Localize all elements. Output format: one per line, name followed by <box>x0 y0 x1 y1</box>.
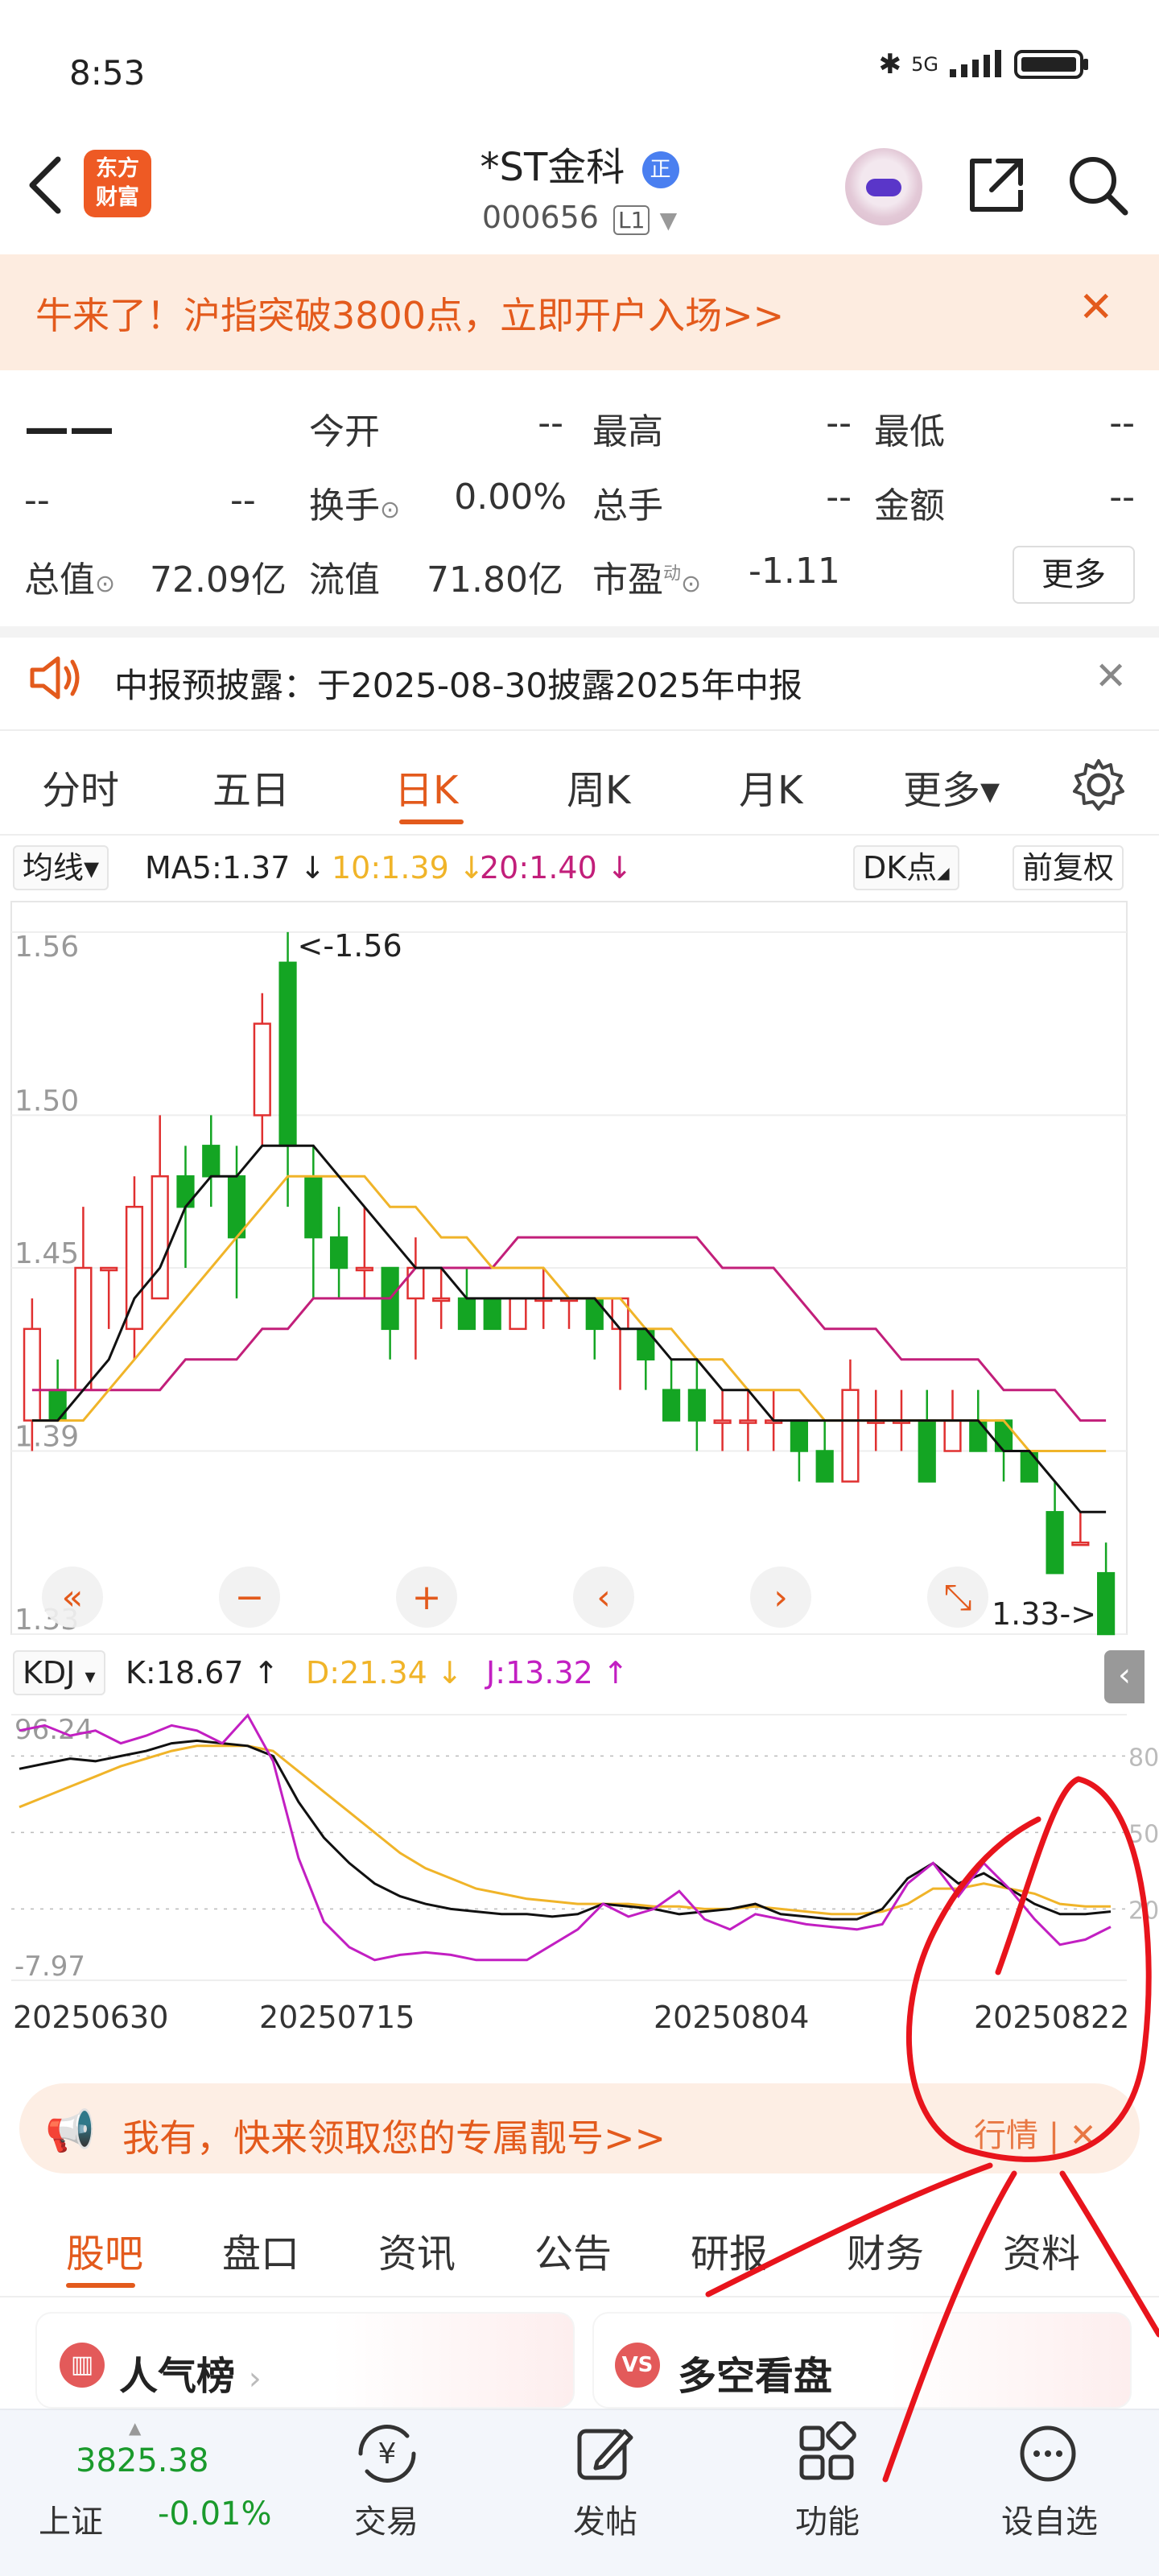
handwritten-annotation <box>705 1776 1159 2483</box>
